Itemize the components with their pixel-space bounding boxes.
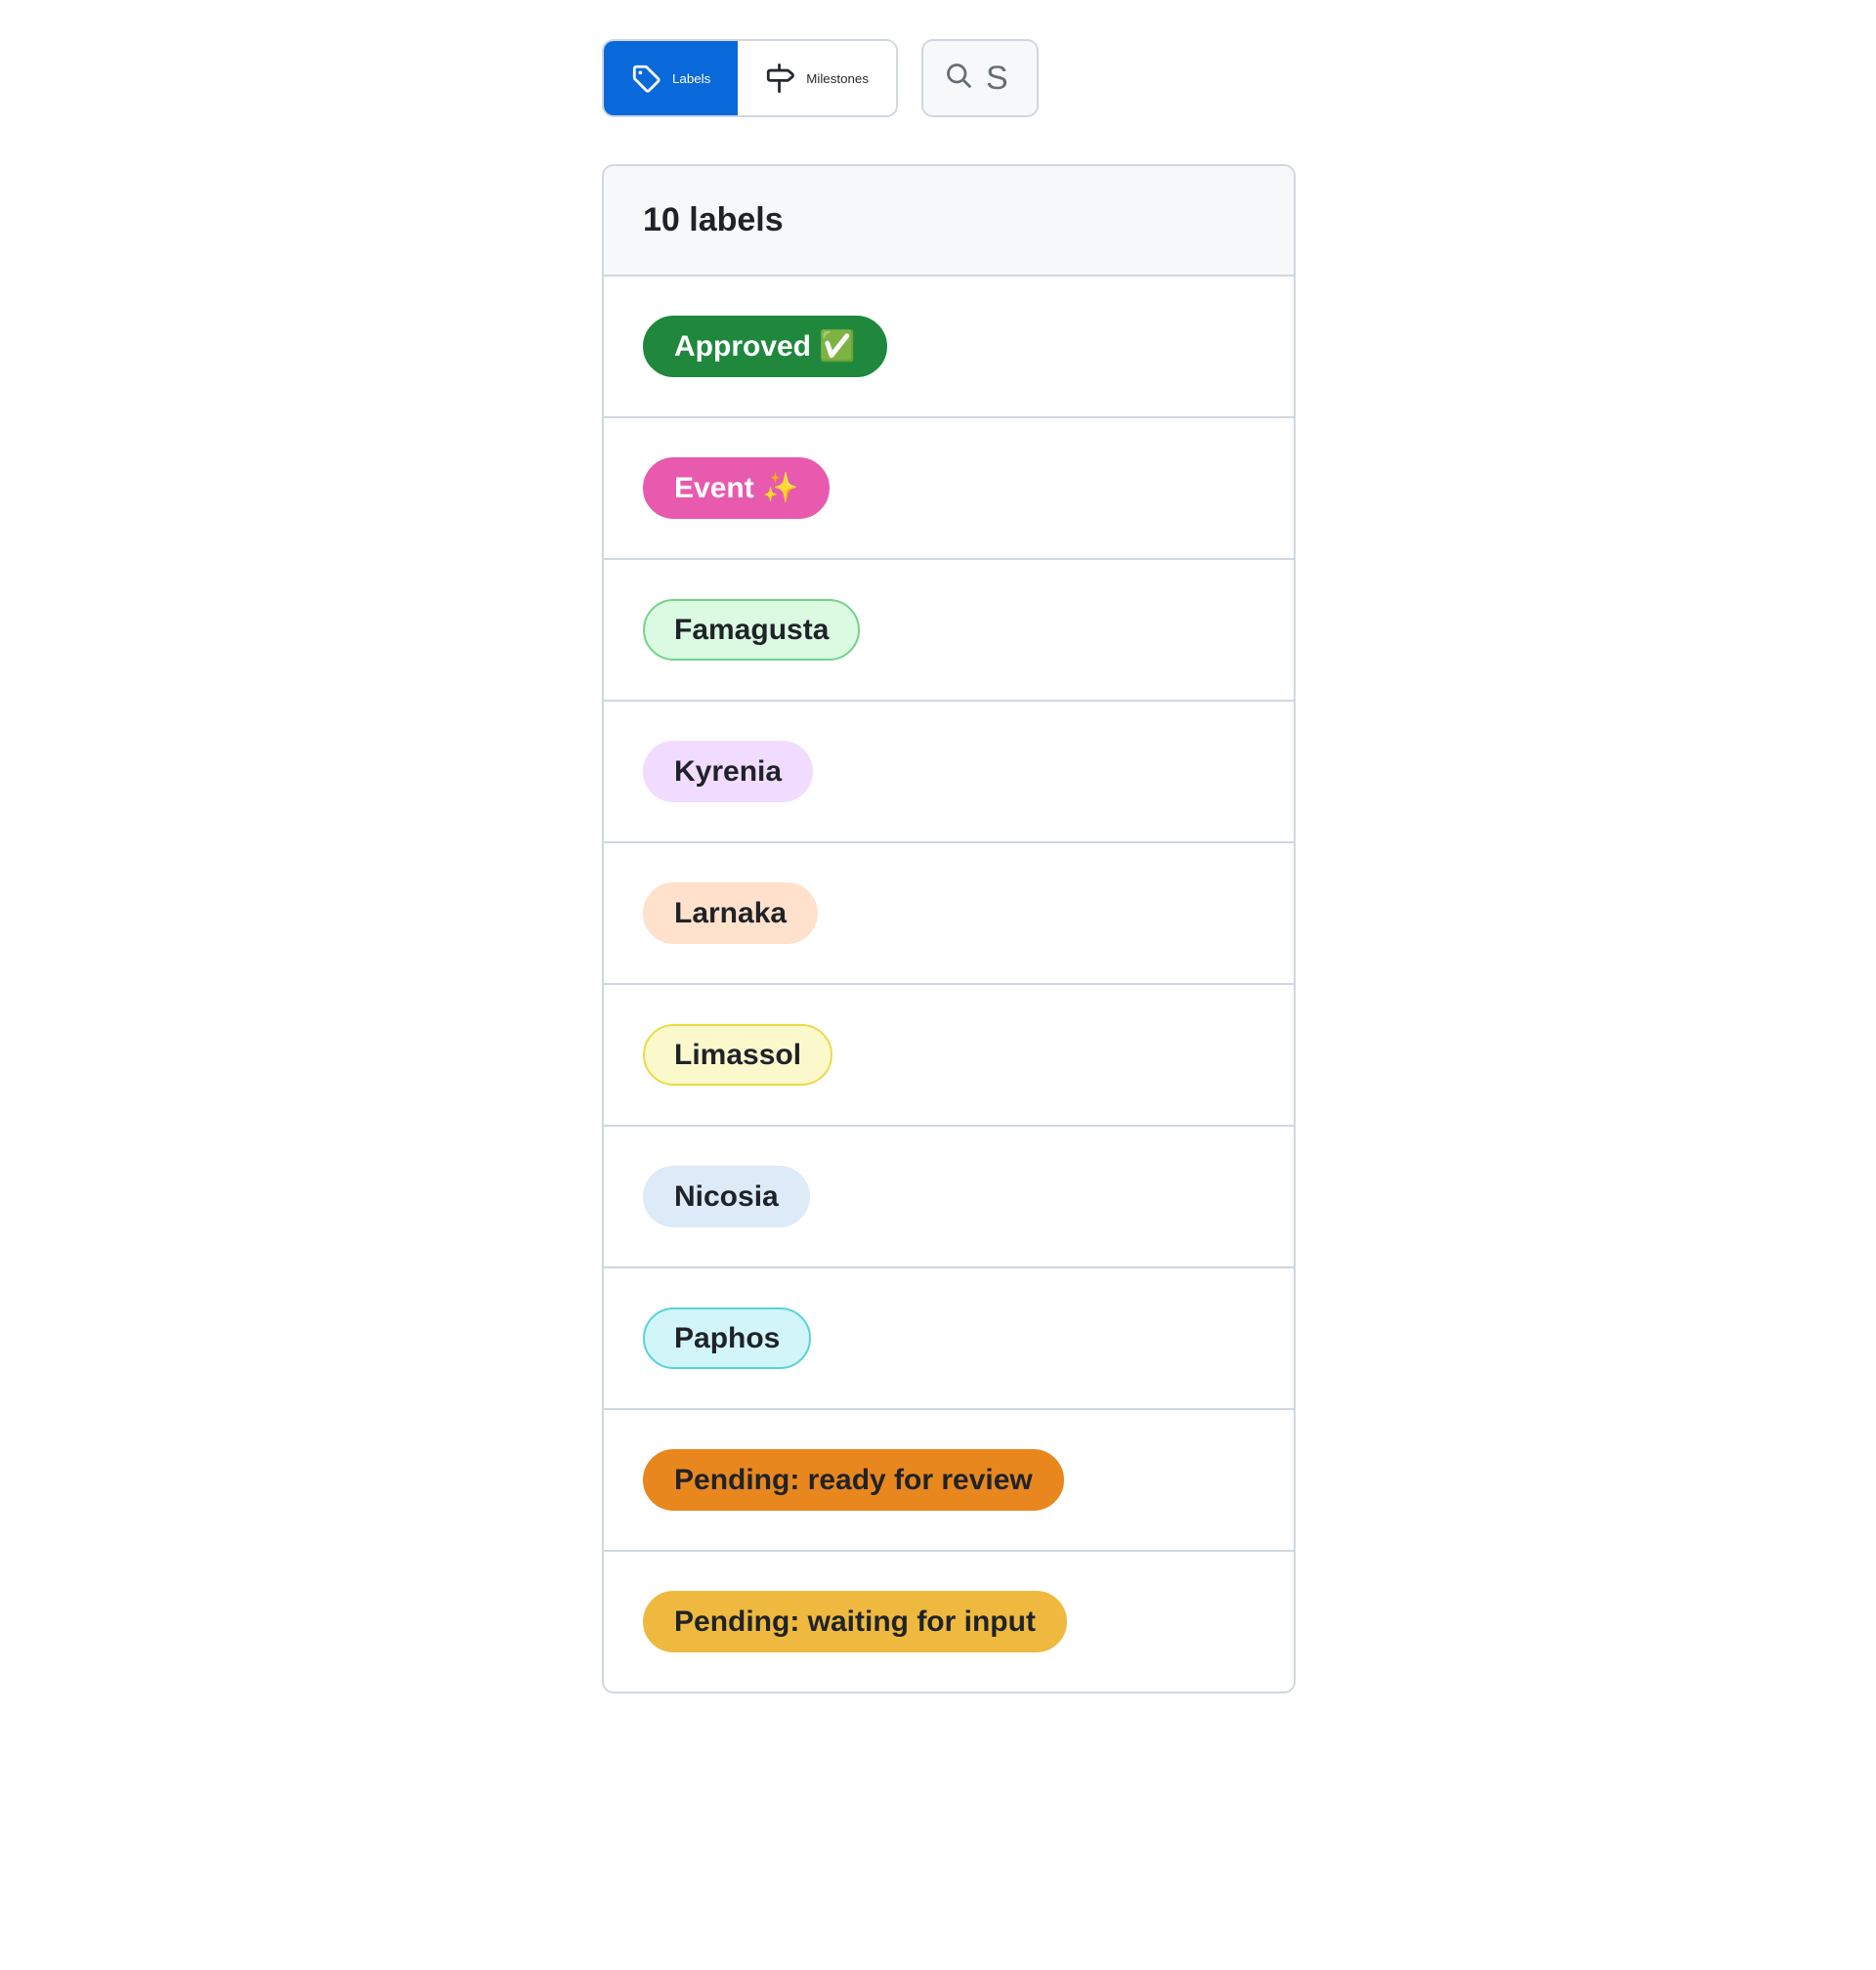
milestones-tab[interactable]: Milestones xyxy=(738,41,896,115)
label-row: Nicosia xyxy=(604,1127,1294,1268)
label-pill[interactable]: Famagusta xyxy=(643,599,860,661)
segmented-control: Labels Milestones xyxy=(602,39,898,117)
label-pill[interactable]: Event ✨ xyxy=(643,457,830,519)
labels-count-header: 10 labels xyxy=(604,166,1294,277)
tag-icon xyxy=(631,64,661,93)
search-icon xyxy=(945,60,972,98)
label-row: Paphos xyxy=(604,1268,1294,1410)
label-pill[interactable]: Approved ✅ xyxy=(643,316,887,377)
label-pill[interactable]: Nicosia xyxy=(643,1166,810,1227)
label-row: Event ✨ xyxy=(604,418,1294,560)
label-row: Pending: waiting for input xyxy=(604,1552,1294,1692)
milestone-icon xyxy=(765,64,794,93)
labels-count-text: 10 labels xyxy=(643,201,784,238)
label-pill[interactable]: Paphos xyxy=(643,1307,811,1369)
label-row: Approved ✅ xyxy=(604,277,1294,418)
label-pill[interactable]: Kyrenia xyxy=(643,741,813,802)
label-row: Larnaka xyxy=(604,843,1294,985)
search-input[interactable] xyxy=(986,60,1025,98)
label-pill[interactable]: Larnaka xyxy=(643,882,818,944)
label-pill[interactable]: Pending: ready for review xyxy=(643,1449,1064,1511)
milestones-tab-label: Milestones xyxy=(806,71,869,86)
label-row: Pending: ready for review xyxy=(604,1410,1294,1552)
label-pill[interactable]: Limassol xyxy=(643,1024,832,1086)
label-row: Famagusta xyxy=(604,560,1294,702)
label-pill[interactable]: Pending: waiting for input xyxy=(643,1591,1067,1652)
label-row: Kyrenia xyxy=(604,702,1294,843)
toolbar: Labels Milestones xyxy=(602,39,1300,117)
labels-list-box: 10 labels Approved ✅ Event ✨ Famagusta Kyre… xyxy=(602,164,1296,1693)
label-row: Limassol xyxy=(604,985,1294,1127)
labels-tab-label: Labels xyxy=(672,71,710,86)
search-box[interactable] xyxy=(921,39,1039,117)
labels-tab[interactable]: Labels xyxy=(604,41,738,115)
